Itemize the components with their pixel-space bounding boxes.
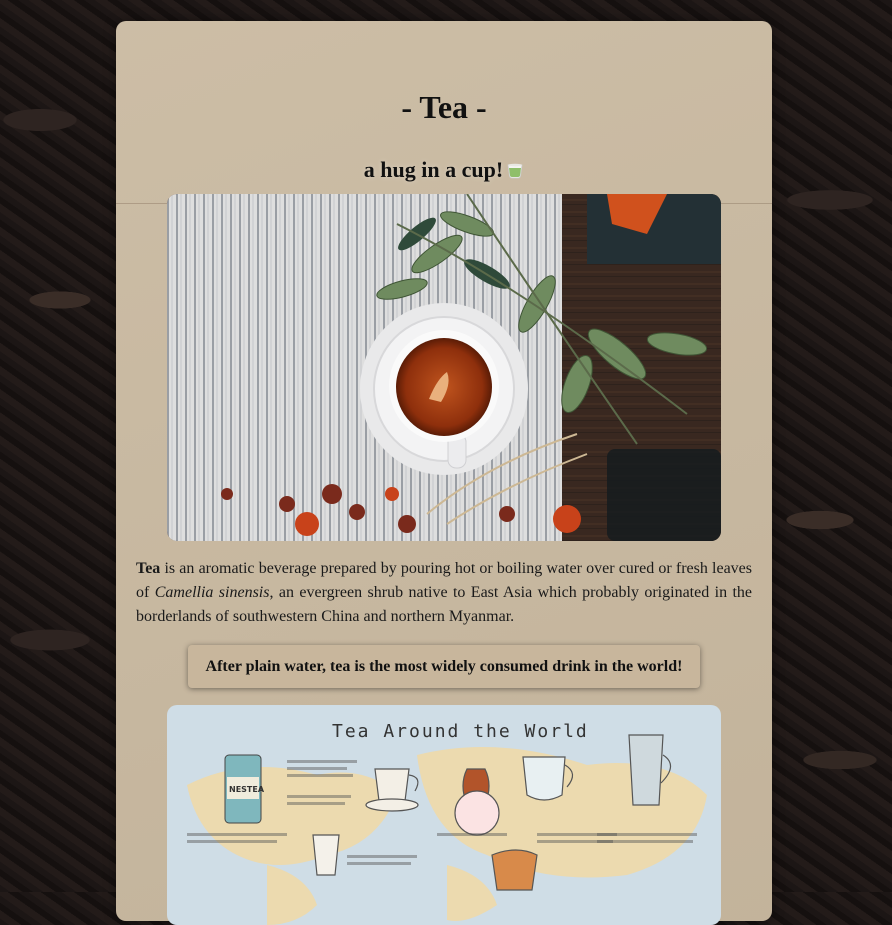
- subtitle-text: a hug in a cup!: [363, 157, 504, 182]
- world-map-illustration: Tea Around the World NESTEA: [167, 705, 721, 925]
- fact-callout: After plain water, tea is the most widel…: [188, 645, 700, 688]
- intro-species: Camellia sinensis: [154, 584, 270, 601]
- tea-cup-photo: [167, 194, 721, 541]
- map-title: Tea Around the World: [332, 721, 589, 742]
- page-title: - Tea -: [401, 89, 487, 125]
- main-card: - Tea - a hug in a cup! Tea is an aromat…: [116, 21, 772, 925]
- tin-label: NESTEA: [229, 785, 265, 794]
- hero-photo: [167, 194, 721, 541]
- tea-world-map-image: Tea Around the World NESTEA: [167, 705, 721, 925]
- intro-paragraph: Tea is an aromatic beverage prepared by …: [136, 557, 752, 629]
- intro-term: Tea: [136, 560, 161, 577]
- teacup-icon: [507, 163, 523, 179]
- page-subtitle: a hug in a cup!: [116, 155, 772, 185]
